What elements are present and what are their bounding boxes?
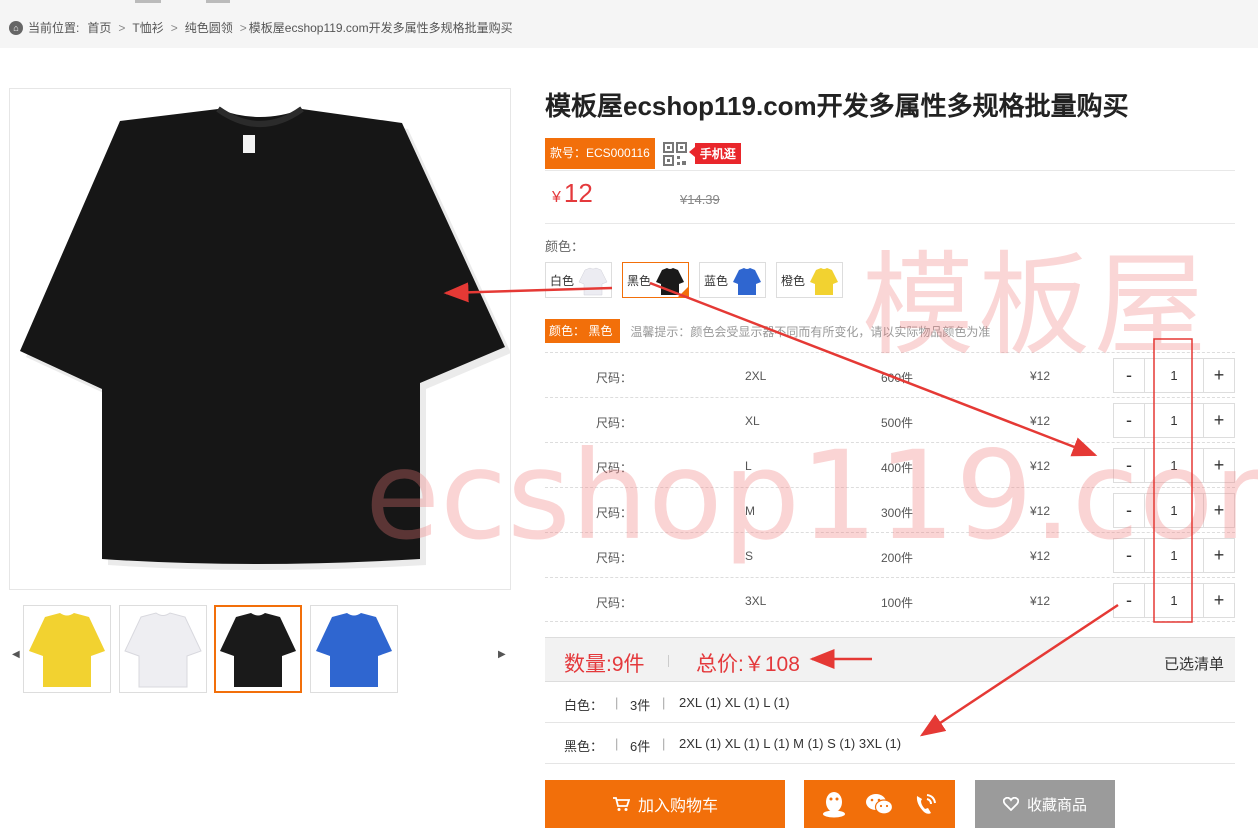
currency-symbol: ¥ <box>552 189 561 206</box>
top-bar: ⌂ 当前位置: 首页 > T恤衫 > 纯色圆领 > 模板屋ecshop119.c… <box>0 0 1258 48</box>
original-price: ¥14.39 <box>680 192 720 207</box>
divider: | <box>662 695 666 710</box>
selected-color: 白色： <box>564 698 604 713</box>
breadcrumb: ⌂ 当前位置: 首页 > T恤衫 > 纯色圆领 > 模板屋ecshop119.c… <box>9 19 513 36</box>
divider: | <box>615 695 619 710</box>
total-quantity: 数量:9件 <box>564 653 645 676</box>
watermark-url: ecshop119.com <box>365 425 1258 567</box>
swatch-white[interactable]: 白色 <box>545 262 612 298</box>
selected-list-toggle[interactable]: 已选清单 <box>1164 653 1224 674</box>
watermark-text: 模板屋 <box>862 241 1210 371</box>
thumbnail-blue[interactable] <box>310 605 398 693</box>
size-price: ¥12 <box>1030 594 1051 608</box>
size-row: 尺码： 3XL 100件 ¥12 - 1 + <box>545 577 1235 622</box>
breadcrumb-separator: > <box>239 20 247 35</box>
divider <box>545 170 1235 171</box>
size-value: 3XL <box>745 594 767 608</box>
selected-detail: 2XL (1) XL (1) L (1) M (1) S (1) 3XL (1) <box>679 736 902 751</box>
qq-icon[interactable] <box>821 790 847 818</box>
phone-icon[interactable] <box>912 791 938 817</box>
tshirt-yellow-icon <box>810 268 838 295</box>
divider: | <box>662 736 666 751</box>
price-value: 12 <box>563 178 593 208</box>
size-stock: 100件 <box>881 596 914 610</box>
header-remnant <box>135 0 161 3</box>
selected-count: 3件 <box>630 698 651 713</box>
selected-color-tag: 颜色： 黑色 <box>545 319 621 343</box>
list-item: 黑色： | 6件 | 2XL (1) XL (1) L (1) M (1) S … <box>545 723 1235 764</box>
swatch-black[interactable]: 黑色 <box>622 262 689 298</box>
selected-detail: 2XL (1) XL (1) L (1) <box>679 695 790 710</box>
total-price: 总价:￥108 <box>696 653 800 676</box>
selected-count: 6件 <box>630 739 651 754</box>
mobile-shop-badge[interactable]: 手机逛 <box>688 143 741 164</box>
sku-badge: 款号：ECS000116 <box>545 138 655 169</box>
breadcrumb-link-crew[interactable]: 纯色圆领 <box>185 19 233 36</box>
sku-row: 款号：ECS000116 手机逛 <box>545 138 741 169</box>
color-option-label: 颜色： <box>545 239 585 254</box>
home-icon[interactable]: ⌂ <box>9 20 23 35</box>
breadcrumb-prefix: 当前位置: <box>28 21 80 35</box>
thumbnail-yellow[interactable] <box>23 605 111 693</box>
decrement-button[interactable]: - <box>1113 583 1145 618</box>
tshirt-blue-icon <box>733 268 761 295</box>
increment-button[interactable]: + <box>1203 583 1235 618</box>
tshirt-white-icon <box>578 267 608 296</box>
breadcrumb-link-home[interactable]: 首页 <box>87 19 111 36</box>
thumbnail-white[interactable] <box>119 605 207 693</box>
size-label: 尺码： <box>596 371 633 385</box>
swatch-label: 蓝色 <box>704 273 729 288</box>
tshirt-white-icon <box>124 612 202 688</box>
breadcrumb-current: 模板屋ecshop119.com开发多属性多规格批量购买 <box>248 21 513 35</box>
selected-check-icon <box>677 286 689 298</box>
order-summary: 数量:9件 总价:￥108 已选清单 <box>545 637 1235 682</box>
quantity-stepper: - 1 + <box>1113 583 1235 618</box>
swatch-label: 黑色 <box>627 273 652 288</box>
swatch-orange[interactable]: 橙色 <box>776 262 843 298</box>
thumbnail-strip: ◀ ▶ <box>9 605 511 695</box>
swatch-label: 白色 <box>550 273 575 288</box>
selected-color: 黑色： <box>564 739 604 754</box>
size-value: 2XL <box>745 369 767 383</box>
thumbnail-black[interactable] <box>214 605 302 693</box>
tshirt-blue-icon <box>316 613 392 687</box>
divider: | <box>615 736 619 751</box>
share-buttons <box>804 780 955 828</box>
current-price: ¥12 <box>552 178 593 209</box>
heart-icon <box>1002 797 1019 811</box>
cart-icon <box>612 797 630 811</box>
favorite-label: 收藏商品 <box>1026 796 1087 814</box>
swatch-blue[interactable]: 蓝色 <box>699 262 766 298</box>
thumb-next-arrow-icon[interactable]: ▶ <box>498 649 506 660</box>
qr-code-icon[interactable] <box>662 141 687 166</box>
add-to-cart-button[interactable]: 加入购物车 <box>545 780 785 828</box>
tshirt-black-icon <box>220 613 296 687</box>
tshirt-yellow-icon <box>29 613 105 687</box>
breadcrumb-separator: > <box>118 20 126 35</box>
selected-list: 白色： | 3件 | 2XL (1) XL (1) L (1) 黑色： | 6件… <box>545 682 1235 764</box>
favorite-button[interactable]: 收藏商品 <box>975 780 1115 828</box>
thumb-prev-arrow-icon[interactable]: ◀ <box>12 649 20 660</box>
wechat-icon[interactable] <box>865 792 894 816</box>
header-remnant <box>206 0 230 3</box>
breadcrumb-link-tshirt[interactable]: T恤衫 <box>132 19 163 36</box>
product-title: 模板屋ecshop119.com开发多属性多规格批量购买 <box>545 91 1129 121</box>
add-to-cart-label: 加入购物车 <box>637 798 718 815</box>
divider <box>668 655 669 667</box>
list-item: 白色： | 3件 | 2XL (1) XL (1) L (1) <box>545 682 1235 723</box>
breadcrumb-separator: > <box>170 20 178 35</box>
quantity-input[interactable]: 1 <box>1145 583 1203 618</box>
swatch-label: 橙色 <box>781 273 806 288</box>
size-label: 尺码： <box>596 596 633 610</box>
